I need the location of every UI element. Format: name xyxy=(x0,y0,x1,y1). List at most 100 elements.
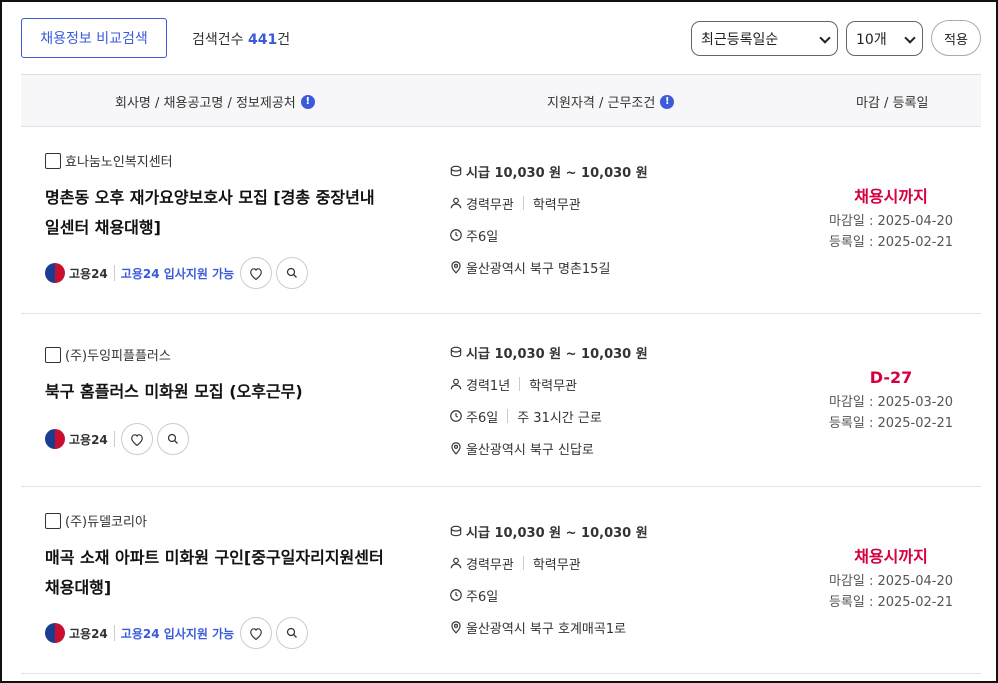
register-date: 등록일 : 2025-02-21 xyxy=(828,235,954,250)
page-size-value: 10개 xyxy=(856,31,887,48)
job-title-line: 매곡 소재 아파트 미화원 구인[중구일자리지원센터 xyxy=(45,548,384,567)
search-button[interactable] xyxy=(276,617,309,649)
chevron-down-icon xyxy=(819,32,831,44)
clock-icon xyxy=(450,589,462,601)
header-col-conditions-label: 지원자격 / 근무조건 xyxy=(547,96,656,111)
header-col-company-label: 회사명 / 채용공고명 / 정보제공처 xyxy=(115,96,296,111)
divider xyxy=(113,431,115,447)
result-count: 검색건수 441건 xyxy=(192,29,290,49)
deadline-status: 채용시까지 xyxy=(854,547,928,566)
schedule-line: 주6일 xyxy=(449,579,648,611)
location: 울산광역시 북구 명촌15길 xyxy=(466,261,611,277)
career: 경력무관 xyxy=(466,197,514,213)
job-title[interactable]: 매곡 소재 아파트 미화원 구인[중구일자리지원센터 채용대행] xyxy=(45,543,415,603)
job-title-line: 채용대행] xyxy=(45,578,112,597)
location-line: 울산광역시 북구 명촌15길 xyxy=(449,251,648,283)
qualification-line: 경력1년 학력무관 xyxy=(449,368,648,400)
job-conditions: 시급 10,030 원 ~ 10,030 원 경력1년 학력무관 주6일 주 3… xyxy=(449,336,648,464)
favorite-button[interactable] xyxy=(120,423,153,455)
divider xyxy=(507,409,509,423)
favorite-button[interactable] xyxy=(240,257,273,289)
apply-available-link[interactable]: 고용24 입사지원 가능 xyxy=(121,265,234,282)
company: (주)두잉피플플러스 xyxy=(45,345,171,364)
job-conditions: 시급 10,030 원 ~ 10,030 원 경력무관 학력무관 주6일 울산광… xyxy=(449,515,648,643)
info-icon[interactable]: ! xyxy=(660,94,675,109)
register-date: 등록일 : 2025-02-21 xyxy=(828,595,954,610)
job-title-line: 일센터 채용대행] xyxy=(45,218,161,237)
weekly-hours: 주 31시간 근로 xyxy=(517,410,602,426)
select-checkbox[interactable] xyxy=(45,512,61,529)
deadline-status: D-27 xyxy=(869,368,913,387)
education: 학력무관 xyxy=(532,197,581,213)
source-name: 고용24 xyxy=(69,432,108,447)
sort-select[interactable]: 최근등록일순 xyxy=(691,21,838,56)
career: 경력무관 xyxy=(466,557,514,573)
search-button[interactable] xyxy=(276,257,309,289)
clock-icon xyxy=(450,229,462,241)
register-date: 등록일 : 2025-02-21 xyxy=(828,416,954,431)
person-icon xyxy=(450,197,462,209)
company-name[interactable]: 효나눔노인복지센터 xyxy=(65,151,173,170)
chevron-down-icon xyxy=(904,32,916,44)
qualification-line: 경력무관 학력무관 xyxy=(449,547,648,579)
schedule: 주6일 xyxy=(466,589,499,605)
education: 학력무관 xyxy=(529,378,577,394)
search-icon xyxy=(287,627,298,638)
header-col-conditions: 지원자격 / 근무조건 ! xyxy=(547,92,675,111)
pay: 시급 10,030 원 ~ 10,030 원 xyxy=(466,346,648,362)
goyong24-logo-icon xyxy=(45,263,65,283)
search-icon xyxy=(167,433,178,444)
deadline-block: D-27 마감일 : 2025-03-20 등록일 : 2025-02-21 xyxy=(801,364,981,434)
job-conditions: 시급 10,030 원 ~ 10,030 원 경력무관 학력무관 주6일 울산광… xyxy=(449,155,648,283)
education: 학력무관 xyxy=(532,557,581,573)
deadline-block: 채용시까지 마감일 : 2025-04-20 등록일 : 2025-02-21 xyxy=(801,183,981,253)
heart-icon xyxy=(250,627,263,640)
close-date: 마감일 : 2025-03-20 xyxy=(828,395,954,410)
favorite-button[interactable] xyxy=(240,617,273,649)
person-icon xyxy=(450,557,462,569)
close-date: 마감일 : 2025-04-20 xyxy=(828,214,954,229)
job-title-line: 북구 홈플러스 미화원 모집 (오후근무) xyxy=(45,382,303,401)
search-button[interactable] xyxy=(156,423,189,455)
location: 울산광역시 북구 호계매곡1로 xyxy=(466,621,627,637)
coin-icon xyxy=(450,525,462,537)
source-name: 고용24 xyxy=(69,626,108,641)
location: 울산광역시 북구 신답로 xyxy=(466,442,594,458)
company-name[interactable]: (주)두잉피플플러스 xyxy=(65,345,171,364)
header-col-company: 회사명 / 채용공고명 / 정보제공처 ! xyxy=(115,92,315,111)
job-title[interactable]: 명촌동 오후 재가요양보호사 모집 [경총 중장년내 일센터 채용대행] xyxy=(45,183,415,243)
location-pin-icon xyxy=(451,621,461,634)
header-col-deadline: 마감 / 등록일 xyxy=(856,92,928,111)
heart-icon xyxy=(130,433,143,446)
table-header: 회사명 / 채용공고명 / 정보제공처 ! 지원자격 / 근무조건 ! 마감 /… xyxy=(21,74,981,127)
apply-available-link[interactable]: 고용24 입사지원 가능 xyxy=(121,625,234,642)
sort-select-value: 최근등록일순 xyxy=(701,31,779,48)
qualification-line: 경력무관 학력무관 xyxy=(449,187,648,219)
location-line: 울산광역시 북구 호계매곡1로 xyxy=(449,611,648,643)
schedule-line: 주6일 xyxy=(449,219,648,251)
compare-search-button[interactable]: 채용정보 비교검색 xyxy=(21,18,167,58)
divider xyxy=(522,196,524,210)
location-pin-icon xyxy=(451,442,461,455)
page-size-select[interactable]: 10개 xyxy=(846,21,923,56)
count-label: 검색건수 xyxy=(192,32,244,48)
job-row: (주)두잉피플플러스 북구 홈플러스 미화원 모집 (오후근무) 고용24 시급… xyxy=(21,314,981,487)
deadline-status: 채용시까지 xyxy=(854,187,928,206)
info-icon[interactable]: ! xyxy=(300,94,315,109)
pay: 시급 10,030 원 ~ 10,030 원 xyxy=(466,165,648,181)
person-icon xyxy=(450,378,462,390)
heart-icon xyxy=(250,267,263,280)
header-col-deadline-label: 마감 / 등록일 xyxy=(856,96,929,111)
pay-line: 시급 10,030 원 ~ 10,030 원 xyxy=(449,336,648,368)
schedule-line: 주6일 주 31시간 근로 xyxy=(449,400,648,432)
company-name[interactable]: (주)듀델코리아 xyxy=(65,511,147,530)
divider xyxy=(519,377,521,391)
select-checkbox[interactable] xyxy=(45,152,61,169)
count-unit: 건 xyxy=(277,32,291,48)
job-title[interactable]: 북구 홈플러스 미화원 모집 (오후근무) xyxy=(45,377,415,407)
source-name: 고용24 xyxy=(69,266,108,281)
select-checkbox[interactable] xyxy=(45,346,61,363)
coin-icon xyxy=(450,165,462,177)
count-value: 441 xyxy=(247,32,278,48)
apply-button[interactable]: 적용 xyxy=(931,20,981,56)
